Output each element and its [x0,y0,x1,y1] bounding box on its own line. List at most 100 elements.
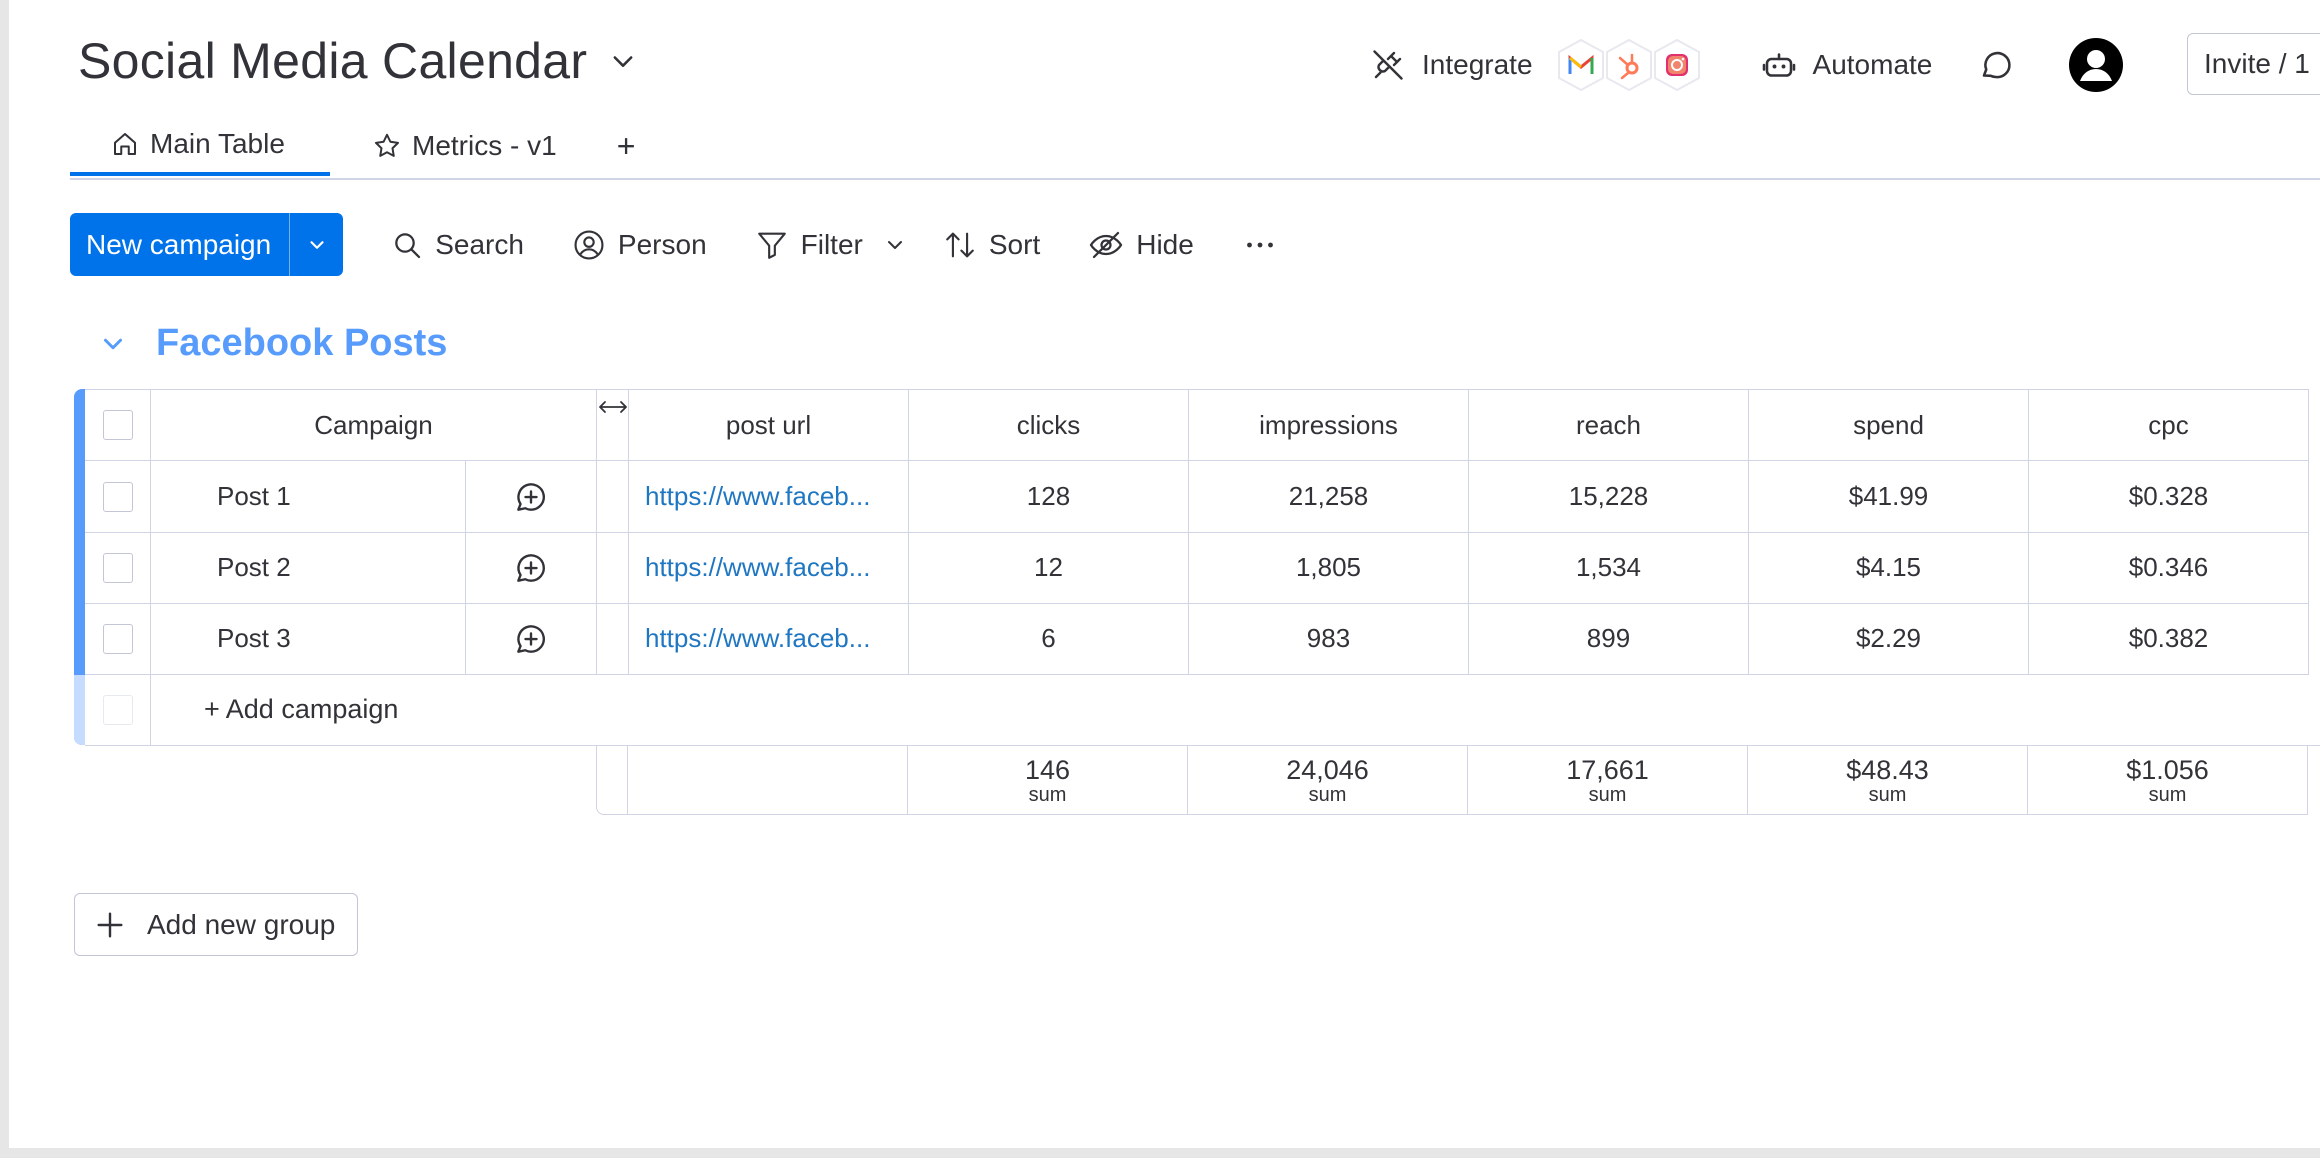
impressions-value: 983 [1306,623,1351,653]
clicks-cell[interactable]: 6 [909,603,1189,675]
add-view-button[interactable]: + [617,128,636,165]
chevron-down-icon[interactable] [98,329,128,359]
column-header-clicks[interactable]: clicks [909,389,1189,461]
add-update-cell[interactable] [466,461,597,533]
integrate-button[interactable]: Integrate [1370,37,1703,93]
post-url-link[interactable]: https://www.faceb... [645,623,870,654]
spend-cell[interactable]: $2.29 [1749,603,2029,675]
cpc-cell[interactable]: $0.382 [2029,603,2309,675]
gmail-icon [1555,37,1607,93]
column-header-impressions[interactable]: impressions [1189,389,1469,461]
select-all-checkbox[interactable] [102,410,133,440]
summary-impressions[interactable]: 24,046 sum [1188,745,1468,815]
post-url-cell[interactable]: https://www.faceb... [629,532,909,604]
column-resize-handle[interactable] [597,389,629,461]
add-new-group-button[interactable]: Add new group [74,893,358,956]
avatar[interactable] [2068,37,2124,93]
summary-reach[interactable]: 17,661 sum [1468,745,1748,815]
post-url-cell[interactable]: https://www.faceb... [629,603,909,675]
summary-label: sum [1308,783,1347,806]
impressions-cell[interactable]: 1,805 [1189,532,1469,604]
impressions-cell[interactable]: 21,258 [1189,461,1469,533]
add-update-cell[interactable] [466,603,597,675]
tab-metrics-v1[interactable]: Metrics - v1 [330,116,557,176]
plus-icon [97,911,123,938]
campaign-name-cell[interactable]: Post 3 [151,603,466,675]
group-header: Facebook Posts [98,322,447,365]
hide-label: Hide [1136,228,1194,260]
sort-button[interactable]: Sort [943,228,1040,262]
person-filter-button[interactable]: Person [572,228,707,262]
impressions-cell[interactable]: 983 [1189,603,1469,675]
summary-cpc[interactable]: $1.056 sum [2028,745,2308,815]
chevron-down-icon[interactable] [883,233,907,257]
add-campaign-cell[interactable]: + Add campaign [151,674,2320,746]
column-header-spend[interactable]: spend [1749,389,2029,461]
spend-value: $41.99 [1848,481,1929,511]
cpc-cell[interactable]: $0.346 [2029,532,2309,604]
table-row[interactable]: Post 3 https://www.faceb... 6 983 899 $2… [85,603,2309,675]
hide-button[interactable]: Hide [1088,227,1194,263]
reach-value: 1,534 [1575,552,1642,582]
automate-button[interactable]: Automate [1761,47,1932,83]
row-checkbox[interactable] [102,481,133,512]
search-icon [395,232,421,258]
spacer-cell [597,532,629,604]
table-row[interactable]: Post 1 https://www.faceb... 128 21,258 1… [85,461,2309,533]
reach-cell[interactable]: 899 [1469,603,1749,675]
campaign-name-cell[interactable]: Post 1 [151,461,466,533]
summary-spend[interactable]: $48.43 sum [1748,745,2028,815]
new-campaign-dropdown[interactable] [289,213,343,276]
reach-value: 15,228 [1568,481,1649,511]
spend-cell[interactable]: $41.99 [1749,461,2029,533]
summary-value: $1.056 [2126,754,2209,785]
clicks-cell[interactable]: 12 [909,532,1189,604]
row-checkbox[interactable] [102,623,133,654]
add-update-cell[interactable] [466,532,597,604]
post-url-link[interactable]: https://www.faceb... [645,481,870,512]
cpc-value: $0.346 [2128,552,2209,582]
instagram-icon [1651,37,1703,93]
star-icon [375,133,399,157]
integration-apps[interactable] [1557,37,1703,93]
tabs-divider [70,178,2320,180]
cpc-cell[interactable]: $0.328 [2029,461,2309,533]
board-title[interactable]: Social Media Calendar [78,32,637,90]
reach-cell[interactable]: 15,228 [1469,461,1749,533]
column-header-reach[interactable]: reach [1469,389,1749,461]
tab-main-table[interactable]: Main Table [70,116,330,176]
more-options-icon[interactable] [1242,227,1278,263]
post-url-cell[interactable]: https://www.faceb... [629,461,909,533]
column-header-post-url[interactable]: post url [629,389,909,461]
filter-button[interactable]: Filter [755,228,907,262]
add-update-icon [517,624,545,653]
robot-icon [1762,53,1795,77]
column-header-campaign[interactable]: Campaign [151,389,597,461]
impressions-value: 1,805 [1295,552,1362,582]
chevron-down-icon[interactable] [609,47,637,75]
summary-label: sum [1588,783,1627,806]
add-campaign-input[interactable]: + Add campaign [151,694,398,725]
post-url-link[interactable]: https://www.faceb... [645,552,870,583]
group-title[interactable]: Facebook Posts [156,322,447,365]
add-campaign-row[interactable]: + Add campaign [85,674,2320,746]
new-campaign-button[interactable]: New campaign [70,213,344,276]
column-header-label: impressions [1259,409,1398,440]
updates-chat-icon[interactable] [1978,47,2014,83]
column-header-cpc[interactable]: cpc [2029,389,2309,461]
invite-button[interactable]: Invite / 1 [2187,33,2320,95]
plug-icon [1373,50,1403,80]
cpc-value: $0.328 [2128,481,2209,511]
clicks-cell[interactable]: 128 [909,461,1189,533]
window-border-left [0,0,9,1158]
tab-label: Metrics - v1 [412,130,557,161]
summary-clicks[interactable]: 146 sum [908,745,1188,815]
reach-cell[interactable]: 1,534 [1469,532,1749,604]
search-button[interactable]: Search [391,229,524,261]
campaign-name-cell[interactable]: Post 2 [151,532,466,604]
column-header-label: clicks [1016,409,1081,440]
row-checkbox[interactable] [102,552,133,583]
spend-cell[interactable]: $4.15 [1749,532,2029,604]
table-row[interactable]: Post 2 https://www.faceb... 12 1,805 1,5… [85,532,2309,604]
cpc-value: $0.382 [2128,623,2209,653]
